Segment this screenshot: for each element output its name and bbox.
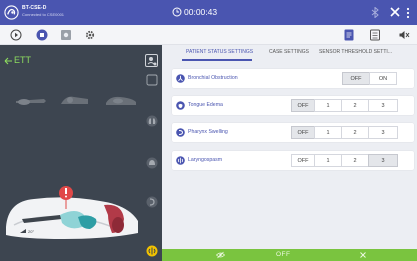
airway-icon	[4, 57, 12, 65]
airway-mask-icon[interactable]	[146, 157, 158, 169]
scenario-title: ETT	[14, 55, 31, 65]
clock-icon	[172, 7, 182, 17]
device-name: BT-CSE-D	[22, 5, 47, 11]
settings-panel: PATIENT STATUS SETTINGS CASE SETTINGS SE…	[162, 45, 417, 261]
setting-label: Tongue Edema	[188, 102, 223, 108]
supraglottic-device-image[interactable]	[58, 93, 92, 107]
larynx-icon	[176, 156, 185, 165]
visibility-off-icon[interactable]	[216, 251, 225, 259]
mute-icon[interactable]	[398, 29, 410, 41]
play-icon[interactable]	[10, 29, 22, 41]
checklist-icon[interactable]	[369, 29, 381, 41]
active-tab-indicator	[182, 59, 252, 61]
tab-sensor-threshold-settings[interactable]: SENSOR THRESHOLD SETTI...	[319, 49, 392, 55]
bronchial-obstruction-toggle: OFF ON	[342, 72, 397, 85]
option-off[interactable]: OFF	[291, 99, 315, 112]
ett-device-image[interactable]	[14, 93, 48, 107]
laryngospasm-selector: OFF 1 2 3	[291, 154, 398, 167]
setting-label: Bronchial Obstruction	[188, 75, 238, 81]
tab-case-settings[interactable]: CASE SETTINGS	[269, 49, 309, 55]
option-on[interactable]: ON	[369, 72, 397, 85]
status-text: OFF	[276, 251, 291, 258]
option-1[interactable]: 1	[314, 154, 342, 167]
status-bar: OFF	[162, 249, 417, 261]
option-2[interactable]: 2	[341, 126, 369, 139]
svg-text:20°: 20°	[28, 229, 34, 234]
toolbar	[0, 25, 417, 45]
timer-value: 00:00:43	[184, 7, 218, 17]
settings-gear-icon[interactable]	[84, 29, 96, 41]
tongue-edema-selector: OFF 1 2 3	[291, 99, 398, 112]
setting-row-laryngospasm: Laryngospasm OFF 1 2 3	[172, 151, 414, 170]
option-3[interactable]: 3	[368, 99, 398, 112]
option-3[interactable]: 3	[368, 154, 398, 167]
option-1[interactable]: 1	[314, 126, 342, 139]
session-timer: 00:00:43	[172, 7, 217, 17]
pharynx-icon[interactable]	[146, 196, 158, 208]
patient-airway-illustration: 20°	[6, 186, 138, 239]
setting-label: Laryngospasm	[188, 157, 223, 163]
title-bar: BT-CSE-D Connected to CSE0001 00:00:43	[0, 0, 417, 25]
scenario-panel: ETT 20°	[0, 45, 162, 261]
setting-row-bronchial-obstruction: Bronchial Obstruction OFF ON	[172, 69, 414, 88]
lungs-icon[interactable]	[146, 115, 158, 127]
setting-label: Pharynx Swelling	[188, 129, 228, 135]
close-icon[interactable]	[389, 6, 401, 18]
tab-patient-status-settings[interactable]: PATIENT STATUS SETTINGS	[186, 49, 253, 55]
option-1[interactable]: 1	[314, 99, 342, 112]
document-icon[interactable]	[343, 29, 355, 41]
setting-row-pharynx-swelling: Pharynx Swelling OFF 1 2 3	[172, 123, 414, 142]
bronchi-icon	[176, 74, 185, 83]
option-2[interactable]: 2	[341, 99, 369, 112]
tongue-icon	[176, 101, 185, 110]
option-off[interactable]: OFF	[342, 72, 370, 85]
option-3[interactable]: 3	[368, 126, 398, 139]
pharynx-swelling-selector: OFF 1 2 3	[291, 126, 398, 139]
close-icon[interactable]	[359, 251, 367, 259]
more-vertical-icon[interactable]	[405, 7, 411, 19]
stop-icon[interactable]	[36, 29, 48, 41]
settings-tabs: PATIENT STATUS SETTINGS CASE SETTINGS SE…	[162, 45, 417, 61]
option-off[interactable]: OFF	[291, 154, 315, 167]
app-logo-icon	[4, 5, 19, 20]
option-2[interactable]: 2	[341, 154, 369, 167]
option-off[interactable]: OFF	[291, 126, 315, 139]
setting-row-tongue-edema: Tongue Edema OFF 1 2 3	[172, 96, 414, 115]
record-icon[interactable]	[60, 29, 72, 41]
patient-settings-icon[interactable]	[145, 54, 158, 67]
gallery-icon[interactable]	[146, 74, 158, 86]
connection-status: Connected to CSE0001	[22, 12, 65, 17]
pharynx-icon	[176, 128, 185, 137]
larynx-icon[interactable]	[146, 245, 158, 257]
mask-device-image[interactable]	[104, 93, 138, 107]
bluetooth-icon[interactable]	[370, 7, 380, 18]
